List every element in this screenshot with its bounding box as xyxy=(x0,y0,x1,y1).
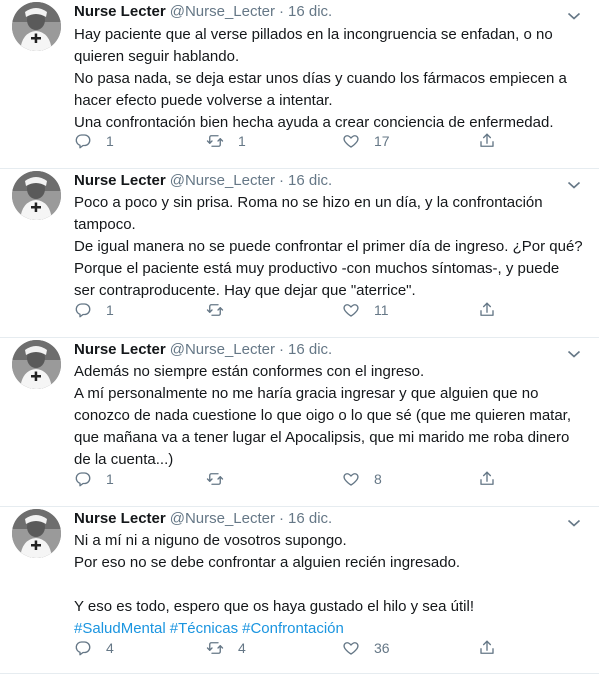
author-name[interactable]: Nurse Lecter xyxy=(74,341,166,358)
separator-dot: · xyxy=(279,341,284,358)
tweet[interactable]: Nurse Lecter @Nurse_Lecter · 16 dic. Ni a mí… xyxy=(0,507,599,674)
share-button[interactable] xyxy=(478,131,496,151)
like-count: 36 xyxy=(374,640,390,656)
tweet-paragraph: A mí personalmente no me haría gracia in… xyxy=(74,385,572,468)
separator-dot: · xyxy=(279,510,284,527)
like-button[interactable]: 8 xyxy=(342,469,382,489)
tweet-header: Nurse Lecter @Nurse_Lecter · 16 dic. xyxy=(74,509,332,529)
author-name[interactable]: Nurse Lecter xyxy=(74,510,166,527)
retweet-icon xyxy=(206,639,224,657)
author-handle[interactable]: @Nurse_Lecter xyxy=(170,3,275,20)
tweet[interactable]: Nurse Lecter @Nurse_Lecter · 16 dic. Hay pac… xyxy=(0,0,599,169)
share-icon xyxy=(478,301,496,319)
like-button[interactable]: 11 xyxy=(342,300,389,320)
retweet-icon xyxy=(206,132,224,150)
share-button[interactable] xyxy=(478,300,496,320)
share-button[interactable] xyxy=(478,469,496,489)
hashtag-link[interactable]: #SaludMental xyxy=(74,620,166,637)
avatar[interactable] xyxy=(12,171,61,220)
chevron-down-icon[interactable] xyxy=(567,346,581,358)
reply-count: 1 xyxy=(106,471,114,487)
reply-count: 4 xyxy=(106,640,114,656)
tweet[interactable]: Nurse Lecter @Nurse_Lecter · 16 dic. Además … xyxy=(0,338,599,507)
like-count: 8 xyxy=(374,471,382,487)
tweet-date[interactable]: 16 dic. xyxy=(288,3,332,20)
author-handle[interactable]: @Nurse_Lecter xyxy=(170,172,275,189)
chevron-down-icon[interactable] xyxy=(567,8,581,20)
tweet-actions: 4 4 36 xyxy=(74,638,514,658)
tweet-text: Ni a mí ni a niguno de vosotros supongo.… xyxy=(74,530,584,640)
share-icon xyxy=(478,132,496,150)
reply-count: 1 xyxy=(106,133,114,149)
share-icon xyxy=(478,639,496,657)
tweet-actions: 1 11 xyxy=(74,300,514,320)
tweet-text: Además no siempre están conformes con el… xyxy=(74,361,584,471)
avatar[interactable] xyxy=(12,2,61,51)
tweet-paragraph: Poco a poco y sin prisa. Roma no se hizo… xyxy=(74,194,543,233)
hashtag-link[interactable]: #Técnicas xyxy=(170,620,238,637)
retweet-count: 4 xyxy=(238,640,246,656)
like-count: 17 xyxy=(374,133,390,149)
tweet-actions: 1 1 17 xyxy=(74,131,514,151)
retweet-button[interactable]: 4 xyxy=(206,638,246,658)
tweet-paragraph: De igual manera no se puede confrontar e… xyxy=(74,238,583,299)
reply-button[interactable]: 1 xyxy=(74,300,114,320)
tweet-date[interactable]: 16 dic. xyxy=(288,172,332,189)
tweet-paragraph: Hay paciente que al verse pillados en la… xyxy=(74,26,553,65)
retweet-icon xyxy=(206,470,224,488)
reply-icon xyxy=(74,132,92,150)
tweet-paragraph: No pasa nada, se deja estar unos días y … xyxy=(74,70,567,109)
tweet-header: Nurse Lecter @Nurse_Lecter · 16 dic. xyxy=(74,340,332,360)
reply-button[interactable]: 1 xyxy=(74,469,114,489)
heart-icon xyxy=(342,301,360,319)
like-button[interactable]: 36 xyxy=(342,638,390,658)
retweet-button[interactable]: 1 xyxy=(206,131,246,151)
like-count: 11 xyxy=(374,302,389,318)
heart-icon xyxy=(342,639,360,657)
author-name[interactable]: Nurse Lecter xyxy=(74,3,166,20)
retweet-button[interactable] xyxy=(206,469,238,489)
reply-button[interactable]: 1 xyxy=(74,131,114,151)
tweet-date[interactable]: 16 dic. xyxy=(288,341,332,358)
tweet-paragraph: Además no siempre están conformes con el… xyxy=(74,363,425,380)
reply-icon xyxy=(74,470,92,488)
tweet-date[interactable]: 16 dic. xyxy=(288,510,332,527)
reply-button[interactable]: 4 xyxy=(74,638,114,658)
heart-icon xyxy=(342,470,360,488)
avatar[interactable] xyxy=(12,340,61,389)
tweet-header: Nurse Lecter @Nurse_Lecter · 16 dic. xyxy=(74,2,332,22)
author-handle[interactable]: @Nurse_Lecter xyxy=(170,341,275,358)
chevron-down-icon[interactable] xyxy=(567,515,581,527)
reply-icon xyxy=(74,639,92,657)
tweet-paragraph: Y eso es todo, espero que os haya gustad… xyxy=(74,598,474,615)
heart-icon xyxy=(342,132,360,150)
reply-icon xyxy=(74,301,92,319)
separator-dot: · xyxy=(279,172,284,189)
author-name[interactable]: Nurse Lecter xyxy=(74,172,166,189)
hashtag-line: #SaludMental #Técnicas #Confrontación xyxy=(74,618,584,640)
chevron-down-icon[interactable] xyxy=(567,177,581,189)
like-button[interactable]: 17 xyxy=(342,131,390,151)
tweet-actions: 18 xyxy=(74,469,514,489)
retweet-count: 1 xyxy=(238,133,246,149)
tweet-paragraph: Por eso no se debe confrontar a alguien … xyxy=(74,554,461,571)
retweet-icon xyxy=(206,301,224,319)
avatar[interactable] xyxy=(12,509,61,558)
tweet-header: Nurse Lecter @Nurse_Lecter · 16 dic. xyxy=(74,171,332,191)
separator-dot: · xyxy=(279,3,284,20)
tweet-text: Poco a poco y sin prisa. Roma no se hizo… xyxy=(74,192,584,302)
hashtag-link[interactable]: #Confrontación xyxy=(242,620,344,637)
tweet[interactable]: Nurse Lecter @Nurse_Lecter · 16 dic. Poco a … xyxy=(0,169,599,338)
tweet-paragraph xyxy=(74,574,584,596)
retweet-button[interactable] xyxy=(206,300,238,320)
author-handle[interactable]: @Nurse_Lecter xyxy=(170,510,275,527)
share-icon xyxy=(478,470,496,488)
tweet-text: Hay paciente que al verse pillados en la… xyxy=(74,24,584,134)
tweet-paragraph: Ni a mí ni a niguno de vosotros supongo. xyxy=(74,532,347,549)
reply-count: 1 xyxy=(106,302,114,318)
share-button[interactable] xyxy=(478,638,496,658)
